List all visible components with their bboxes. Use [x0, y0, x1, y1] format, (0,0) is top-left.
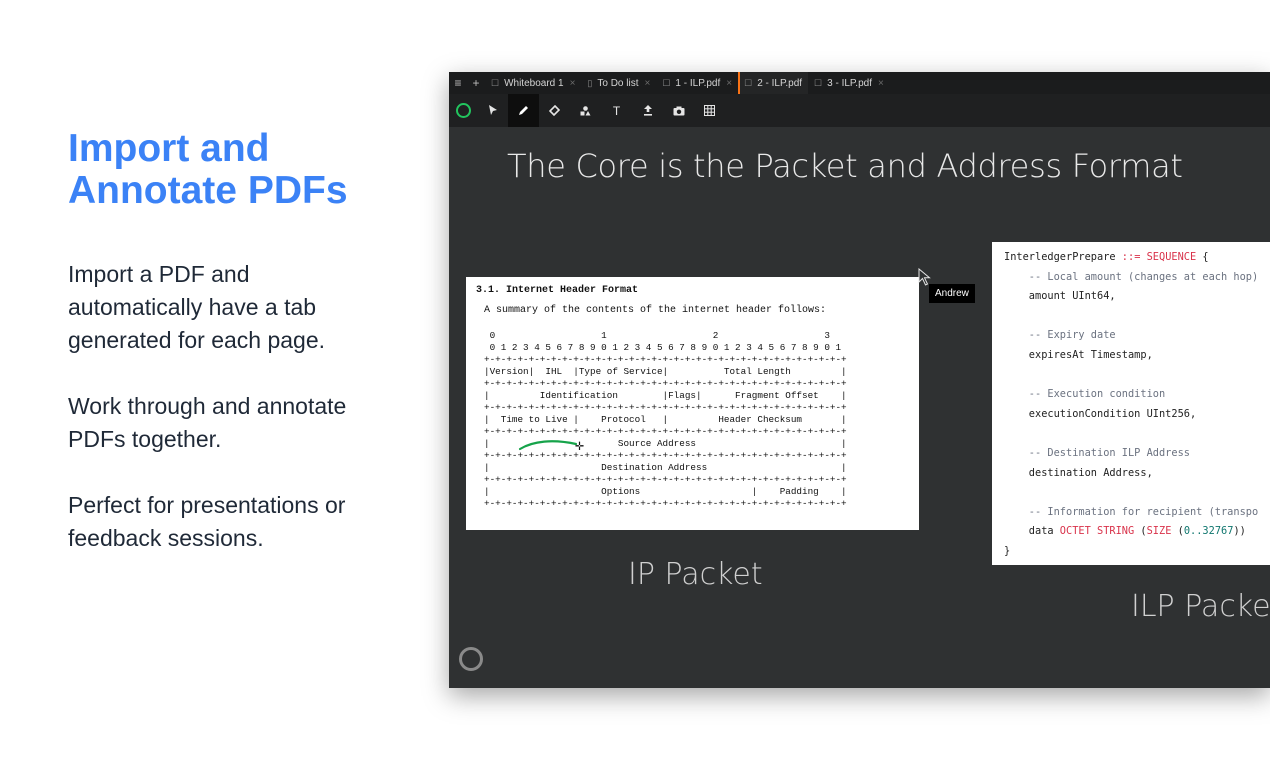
diagram-line: | Options | Padding | — [484, 486, 847, 497]
whiteboard-icon: ☐ — [814, 77, 823, 88]
select-arrow-icon[interactable] — [477, 94, 508, 127]
ip-packet-caption: IP Packet — [628, 557, 763, 592]
diagram-line: +-+-+-+-+-+-+-+-+-+-+-+-+-+-+-+-+-+-+-+-… — [484, 354, 847, 365]
grid-icon[interactable] — [694, 94, 725, 127]
document-icon: ▯ — [587, 77, 593, 88]
diagram-line: +-+-+-+-+-+-+-+-+-+-+-+-+-+-+-+-+-+-+-+-… — [484, 498, 847, 509]
code-text: ( — [1134, 525, 1147, 538]
tab-1-ilp-pdf[interactable]: ☐ 1 - ILP.pdf × — [656, 72, 738, 94]
code-comment: -- Expiry date — [1004, 329, 1116, 342]
plus-icon[interactable]: + — [467, 76, 485, 90]
tab-to-do-list[interactable]: ▯ To Do list × — [581, 72, 656, 94]
tab-3-ilp-pdf[interactable]: ☐ 3 - ILP.pdf × — [808, 72, 890, 94]
tab-bar: ≡ + ☐ Whiteboard 1 × ▯ To Do list × ☐ 1 … — [449, 72, 1270, 94]
tab-whiteboard-1[interactable]: ☐ Whiteboard 1 × — [485, 72, 581, 94]
close-icon[interactable]: × — [570, 78, 576, 89]
close-icon[interactable]: × — [644, 78, 650, 89]
ip-header-heading: 3.1. Internet Header Format — [476, 285, 639, 296]
diagram-line: +-+-+-+-+-+-+-+-+-+-+-+-+-+-+-+-+-+-+-+-… — [484, 378, 847, 389]
feature-description-presentations: Perfect for presentations or feedback se… — [68, 492, 346, 551]
upload-icon[interactable] — [632, 94, 663, 127]
diagram-line: +-+-+-+-+-+-+-+-+-+-+-+-+-+-+-+-+-+-+-+-… — [484, 402, 847, 413]
code-number: 0..32767 — [1183, 525, 1234, 538]
diagram-line: |Version| IHL |Type of Service| Total Le… — [484, 366, 847, 377]
circle-tool-icon[interactable] — [459, 647, 483, 671]
camera-icon[interactable] — [663, 94, 694, 127]
code-line: } — [1004, 544, 1011, 557]
tab-label: 3 - ILP.pdf — [827, 77, 872, 89]
slide-title: The Core is the Packet and Address Forma… — [507, 147, 1183, 185]
collaborator-name-label: Andrew — [929, 284, 975, 303]
diagram-line: 0 1 2 3 — [484, 330, 830, 341]
code-comment: -- Local amount (changes at each hop) — [1004, 270, 1259, 283]
code-line: destination Address, — [1004, 466, 1153, 479]
whiteboard-icon: ☐ — [744, 77, 753, 88]
code-keyword: SIZE — [1146, 525, 1172, 538]
diagram-line: | Destination Address | — [484, 462, 847, 473]
close-icon[interactable]: × — [726, 78, 732, 89]
tab-label: Whiteboard 1 — [504, 77, 564, 89]
status-ring-icon[interactable] — [449, 94, 477, 127]
tab-label: 2 - ILP.pdf — [757, 77, 803, 89]
code-text: )) — [1233, 525, 1246, 538]
code-keyword: OCTET STRING — [1059, 525, 1135, 538]
shapes-icon[interactable] — [570, 94, 601, 127]
pen-icon[interactable] — [508, 94, 539, 127]
diagram-line: 0 1 2 3 4 5 6 7 8 9 0 1 2 3 4 5 6 7 8 9 … — [484, 342, 842, 353]
whiteboard-icon: ☐ — [491, 77, 500, 88]
code-operator: ::= — [1121, 251, 1141, 263]
ip-header-diagram: 0 1 2 3 0 1 2 3 4 5 6 7 8 9 0 1 2 3 4 5 … — [484, 330, 909, 510]
hamburger-icon[interactable]: ≡ — [449, 76, 467, 90]
toolbar: T — [449, 94, 1270, 127]
feature-title: Import and Annotate PDFs — [68, 127, 348, 212]
code-line: amount UInt64, — [1004, 290, 1116, 303]
code-text: data — [1004, 525, 1060, 538]
code-line: executionCondition UInt256, — [1004, 407, 1197, 420]
diagram-line: +-+-+-+-+-+-+-+-+-+-+-+-+-+-+-+-+-+-+-+-… — [484, 450, 847, 461]
diagram-line: +-+-+-+-+-+-+-+-+-+-+-+-+-+-+-+-+-+-+-+-… — [484, 474, 847, 485]
ilp-packet-caption: ILP Packet — [1131, 589, 1270, 624]
ilp-code-figure: InterledgerPrepare ::= SEQUENCE { -- Loc… — [992, 242, 1270, 565]
close-icon[interactable]: × — [878, 78, 884, 89]
code-comment: -- Execution condition — [1004, 388, 1166, 401]
code-text: InterledgerPrepare — [1004, 251, 1122, 263]
code-comment: -- Destination ILP Address — [1004, 446, 1190, 459]
code-text: ( — [1171, 525, 1184, 538]
app-window: ≡ + ☐ Whiteboard 1 × ▯ To Do list × ☐ 1 … — [449, 72, 1270, 688]
code-comment: -- Information for recipient (transpo — [1004, 505, 1259, 518]
crosshair-cursor-icon: ✛ — [575, 438, 585, 455]
marketing-copy: Import and Annotate PDFs Import a PDF an… — [68, 128, 388, 555]
ip-header-summary: A summary of the contents of the interne… — [484, 305, 827, 316]
tab-label: 1 - ILP.pdf — [675, 77, 721, 89]
text-icon[interactable]: T — [601, 94, 632, 127]
diagram-line: | Time to Live | Protocol | Header Check… — [484, 414, 847, 425]
ip-header-figure: 3.1. Internet Header Format A summary of… — [466, 277, 919, 530]
feature-description-import: Import a PDF and automatically have a ta… — [68, 261, 326, 353]
feature-description-annotate: Work through and annotate PDFs together. — [68, 393, 347, 452]
eraser-icon[interactable] — [539, 94, 570, 127]
code-text: { — [1196, 251, 1209, 263]
whiteboard-icon: ☐ — [662, 77, 671, 88]
whiteboard-canvas[interactable]: The Core is the Packet and Address Forma… — [449, 127, 1270, 688]
diagram-line: | Identification |Flags| Fragment Offset… — [484, 390, 847, 401]
code-line: expiresAt Timestamp, — [1004, 348, 1153, 361]
code-keyword: SEQUENCE — [1140, 251, 1197, 263]
tab-label: To Do list — [597, 77, 639, 89]
tab-2-ilp-pdf[interactable]: ☐ 2 - ILP.pdf — [738, 72, 809, 94]
